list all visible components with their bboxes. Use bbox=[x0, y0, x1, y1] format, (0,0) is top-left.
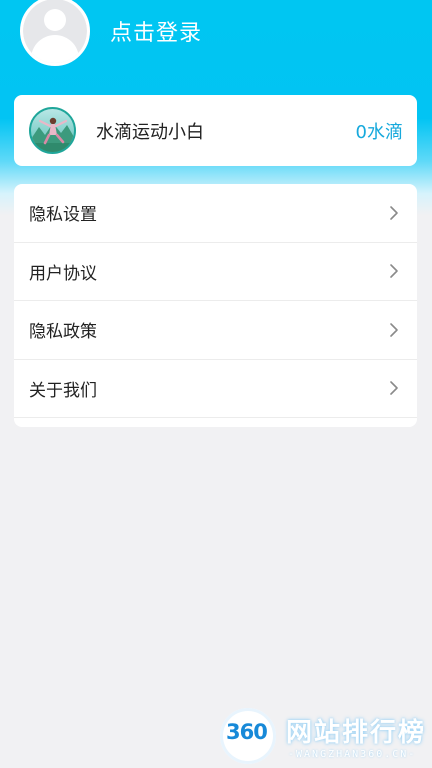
watermark-logo: 360 网站排行榜 -WANGZHAN360.CN- bbox=[220, 706, 432, 768]
menu-item-privacy-policy[interactable]: 隐私政策 bbox=[14, 301, 417, 360]
settings-menu: 隐私设置 用户协议 隐私政策 关于我们 bbox=[14, 184, 417, 427]
menu-item-privacy-settings[interactable]: 隐私设置 bbox=[14, 184, 417, 243]
chevron-right-icon bbox=[390, 264, 398, 279]
menu-item-user-agreement[interactable]: 用户协议 bbox=[14, 243, 417, 301]
watermark-number: 360 bbox=[226, 720, 268, 744]
chevron-right-icon bbox=[390, 322, 398, 337]
watermark-subtitle: -WANGZHAN360.CN- bbox=[288, 749, 417, 760]
menu-item-label: 隐私设置 bbox=[29, 205, 97, 226]
menu-item-label: 隐私政策 bbox=[29, 322, 97, 343]
login-button[interactable]: 点击登录 bbox=[110, 15, 202, 47]
login-row[interactable]: 点击登录 bbox=[20, 0, 202, 66]
default-avatar-icon[interactable] bbox=[20, 0, 90, 66]
watermark-title: 网站排行榜 bbox=[286, 718, 427, 748]
menu-item-about-us[interactable]: 关于我们 bbox=[14, 360, 417, 418]
profile-page: 点击登录 水滴运动小白 0水滴 隐私设置 用户协议 隐私政策 关于我们 360 … bbox=[0, 0, 432, 768]
menu-item-label: 关于我们 bbox=[29, 380, 97, 401]
level-title: 水滴运动小白 bbox=[96, 121, 204, 143]
yoga-level-icon bbox=[29, 107, 76, 154]
chevron-right-icon bbox=[390, 381, 398, 396]
chevron-right-icon bbox=[390, 205, 398, 220]
menu-item-label: 用户协议 bbox=[29, 263, 97, 284]
user-level-card[interactable]: 水滴运动小白 0水滴 bbox=[14, 95, 417, 166]
points-value: 0水滴 bbox=[355, 121, 403, 143]
